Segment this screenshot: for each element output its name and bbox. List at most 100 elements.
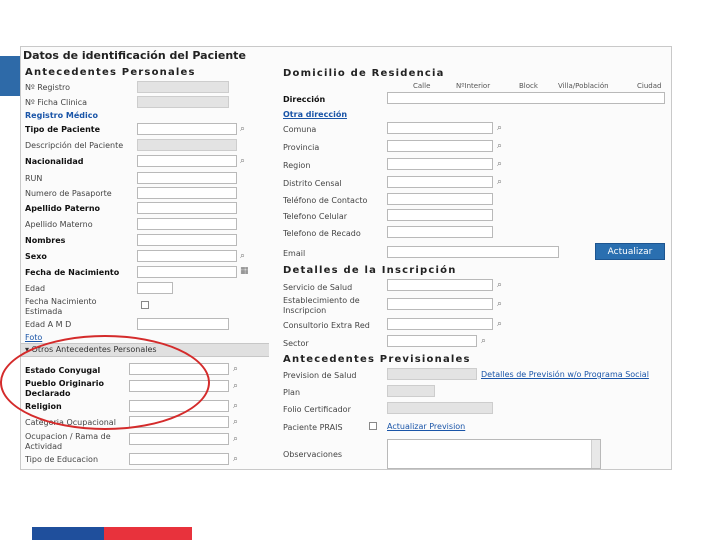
telefono-contacto-input[interactable] — [387, 193, 493, 205]
footer-bar-blue — [32, 527, 104, 540]
search-icon[interactable]: ⌕ — [481, 336, 486, 346]
distrito-censal-input[interactable] — [387, 176, 493, 188]
run-input[interactable] — [137, 172, 237, 184]
search-icon[interactable]: ⌕ — [240, 251, 245, 261]
tipo-paciente-input[interactable] — [137, 123, 237, 135]
detalles-prevision-link[interactable]: Detalles de Previsión w/o Programa Socia… — [481, 370, 649, 380]
search-icon[interactable]: ⌕ — [233, 434, 238, 444]
search-icon[interactable]: ⌕ — [233, 417, 238, 427]
pasaporte-input[interactable] — [137, 187, 237, 199]
label-provincia: Provincia — [283, 143, 320, 152]
label-run: RUN — [25, 174, 43, 183]
establecimiento-input[interactable] — [387, 298, 493, 310]
observaciones-scrollbar[interactable] — [591, 440, 600, 468]
label-prevision-salud: Prevision de Salud — [283, 371, 357, 380]
search-icon[interactable]: ⌕ — [233, 401, 238, 411]
edad-amd-field — [137, 318, 229, 330]
apellido-materno-input[interactable] — [137, 218, 237, 230]
edad-input[interactable] — [137, 282, 173, 294]
search-icon[interactable]: ⌕ — [240, 124, 245, 134]
col-header-calle: Calle — [413, 82, 431, 90]
label-servicio-salud: Servicio de Salud — [283, 283, 353, 292]
label-n-ficha: Nº Ficha Clinica — [25, 98, 88, 107]
label-paciente-prais: Paciente PRAIS — [283, 423, 343, 432]
left-accent-bar — [0, 56, 20, 96]
highlight-annotation-ellipse — [0, 335, 210, 430]
label-nombres: Nombres — [25, 236, 66, 245]
search-icon[interactable]: ⌕ — [497, 141, 502, 151]
label-edad: Edad — [25, 284, 46, 293]
nacionalidad-input[interactable] — [137, 155, 237, 167]
label-descripcion: Descripción del Paciente — [25, 141, 124, 150]
search-icon[interactable]: ⌕ — [240, 156, 245, 166]
label-telefono-recado: Telefono de Recado — [283, 229, 361, 238]
col-header-block: Block — [519, 82, 538, 90]
servicio-salud-input[interactable] — [387, 279, 493, 291]
fecha-estimada-checkbox[interactable] — [141, 301, 149, 309]
provincia-input[interactable] — [387, 140, 493, 152]
section-inscripcion: Detalles de la Inscripción — [283, 265, 457, 276]
region-input[interactable] — [387, 158, 493, 170]
panel-title: Datos de identificación del Paciente — [23, 49, 246, 62]
label-establecimiento: Establecimiento de Inscripcion — [283, 296, 360, 315]
search-icon[interactable]: ⌕ — [233, 381, 238, 391]
ocupacion-input[interactable] — [129, 433, 229, 445]
search-icon[interactable]: ⌕ — [497, 159, 502, 169]
search-icon[interactable]: ⌕ — [497, 177, 502, 187]
label-sexo: Sexo — [25, 252, 47, 261]
label-fecha-nac-estimada: Fecha Nacimiento Estimada — [25, 297, 97, 316]
sexo-input[interactable] — [137, 250, 237, 262]
consultorio-input[interactable] — [387, 318, 493, 330]
fecha-nacimiento-input[interactable] — [137, 266, 237, 278]
label-sector: Sector — [283, 339, 309, 348]
label-folio: Folio Certificador — [283, 405, 351, 414]
n-ficha-field — [137, 96, 229, 108]
search-icon[interactable]: ⌕ — [497, 299, 502, 309]
label-pasaporte: Numero de Pasaporte — [25, 189, 112, 198]
label-tipo-educacion: Tipo de Educacion — [25, 455, 99, 464]
plan-field — [387, 385, 435, 397]
label-consultorio: Consultorio Extra Red — [283, 321, 370, 330]
label-ocupacion: Ocupacion / Rama de Actividad — [25, 432, 111, 451]
comuna-input[interactable] — [387, 122, 493, 134]
search-icon[interactable]: ⌕ — [233, 454, 238, 464]
label-telefono-contacto: Teléfono de Contacto — [283, 196, 368, 205]
col-header-ninterior: NºInterior — [456, 82, 491, 90]
folio-field — [387, 402, 493, 414]
otra-direccion-link[interactable]: Otra dirección — [283, 110, 347, 120]
foto-link[interactable]: Foto — [25, 333, 42, 343]
n-registro-field — [137, 81, 229, 93]
descripcion-field — [137, 139, 237, 151]
email-input[interactable] — [387, 246, 559, 258]
search-icon[interactable]: ⌕ — [497, 280, 502, 290]
label-region: Region — [283, 161, 311, 170]
label-telefono-celular: Telefono Celular — [283, 212, 348, 221]
label-direccion: Dirección — [283, 95, 326, 104]
section-previsionales: Antecedentes Previsionales — [283, 354, 471, 365]
observaciones-textarea[interactable] — [387, 439, 601, 469]
search-icon[interactable]: ⌕ — [497, 123, 502, 133]
tipo-educacion-input[interactable] — [129, 453, 229, 465]
label-tipo-paciente: Tipo de Paciente — [25, 125, 101, 134]
label-n-registro: Nº Registro — [25, 83, 71, 92]
label-nacionalidad: Nacionalidad — [25, 157, 84, 166]
sector-input[interactable] — [387, 335, 477, 347]
telefono-celular-input[interactable] — [387, 209, 493, 221]
actualizar-button[interactable]: Actualizar — [595, 243, 665, 260]
prevision-salud-field — [387, 368, 477, 380]
label-comuna: Comuna — [283, 125, 317, 134]
section-antecedentes-personales: Antecedentes Personales — [25, 67, 196, 78]
search-icon[interactable]: ⌕ — [497, 319, 502, 329]
prais-checkbox[interactable] — [369, 422, 377, 430]
nombres-input[interactable] — [137, 234, 237, 246]
apellido-paterno-input[interactable] — [137, 202, 237, 214]
actualizar-prevision-link[interactable]: Actualizar Prevision — [387, 422, 465, 432]
registro-medico-link[interactable]: Registro Médico — [25, 111, 98, 121]
search-icon[interactable]: ⌕ — [233, 364, 238, 374]
telefono-recado-input[interactable] — [387, 226, 493, 238]
calendar-icon[interactable]: ▦ — [240, 266, 249, 276]
label-apellido-paterno: Apellido Paterno — [25, 204, 101, 213]
direccion-input[interactable] — [387, 92, 665, 104]
footer-bar-red — [104, 527, 192, 540]
col-header-villa: Villa/Población — [558, 82, 609, 90]
